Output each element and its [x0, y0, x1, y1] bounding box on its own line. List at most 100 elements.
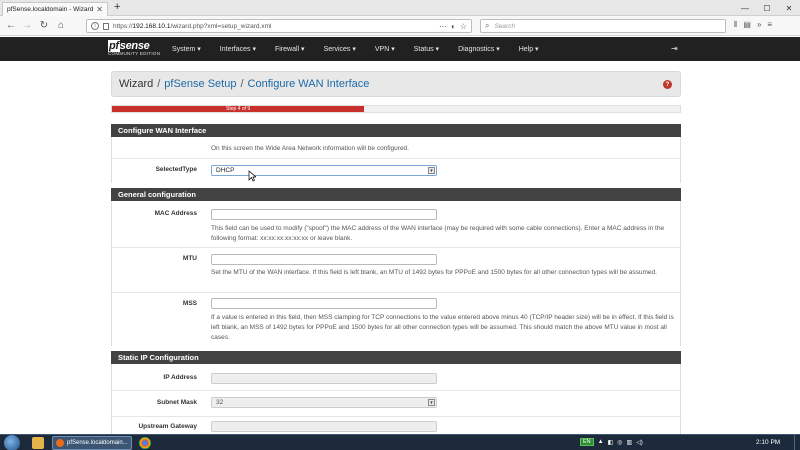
main-menu: System ▾ Interfaces ▾ Firewall ▾ Service… [172, 37, 539, 61]
tray-icon-1[interactable]: ▲ [598, 439, 604, 445]
overflow-icon[interactable]: » [757, 20, 761, 30]
intro-row: On this screen the Wide Area Network inf… [111, 137, 681, 158]
mac-help-text: This field can be used to modify ("spoof… [211, 225, 665, 242]
breadcrumb: Wizard / pfSense Setup / Configure WAN I… [111, 71, 681, 97]
back-icon[interactable]: ← [4, 20, 18, 31]
mac-label: MAC Address [154, 210, 197, 217]
mss-row: MSS If a value is entered in this field,… [111, 293, 681, 346]
window-controls: — ☐ ✕ [734, 0, 800, 16]
new-tab-icon[interactable]: + [114, 1, 120, 13]
logout-icon[interactable]: ⇥ [671, 44, 678, 53]
menu-diagnostics[interactable]: Diagnostics ▾ [458, 45, 500, 53]
search-placeholder: Search [494, 22, 516, 30]
menu-services[interactable]: Services ▾ [324, 45, 356, 53]
tray-icon-2[interactable]: ◧ [608, 439, 614, 446]
help-icon[interactable]: ? [663, 80, 672, 89]
dropdown-arrow-icon[interactable]: ▾ [428, 399, 435, 406]
mss-label: MSS [182, 300, 197, 307]
subnet-mask-select[interactable]: 32 ▾ [211, 397, 437, 408]
windows-taskbar: pfSense.localdomain... EN ▲ ◧ ◎ ▥ ◁) 2:1… [0, 434, 800, 450]
sidebar-icon[interactable]: ▤ [743, 20, 751, 30]
mouse-cursor-icon [248, 170, 256, 182]
browser-tab[interactable]: pfSense.localdomain - Wizard: pfSe ✕ [2, 2, 108, 16]
url-host: 192.168.10.1 [132, 22, 171, 30]
wizard-progress: Step 4 of 9 [111, 105, 681, 113]
mtu-input[interactable] [211, 254, 437, 265]
start-button[interactable] [4, 435, 20, 450]
progress-label: Step 4 of 9 [226, 106, 251, 112]
system-tray: EN ▲ ◧ ◎ ▥ ◁) [580, 438, 643, 446]
panel-static-ip-heading: Static IP Configuration [111, 351, 681, 364]
maximize-button[interactable]: ☐ [756, 0, 778, 16]
taskbar-task-label: pfSense.localdomain... [67, 440, 128, 446]
ip-address-input[interactable] [211, 373, 437, 384]
logo-edition: COMMUNITY EDITION [108, 51, 161, 56]
pocket-icon[interactable]: ◐ [451, 22, 456, 31]
pfsense-logo[interactable]: pfsense COMMUNITY EDITION [108, 40, 162, 60]
url-bar[interactable]: i https://192.168.10.1/wizard.php?xml=se… [86, 19, 472, 33]
dropdown-arrow-icon[interactable]: ▾ [428, 167, 435, 174]
breadcrumb-root: Wizard [119, 78, 154, 90]
breadcrumb-separator: / [240, 78, 244, 90]
menu-vpn[interactable]: VPN ▾ [375, 45, 395, 53]
menu-interfaces[interactable]: Interfaces ▾ [220, 45, 256, 53]
selectedtype-label: SelectedType [155, 166, 197, 173]
mtu-row: MTU Set the MTU of the WAN interface. If… [111, 248, 681, 292]
menu-icon[interactable]: ≡ [767, 20, 772, 30]
mac-address-input[interactable] [211, 209, 437, 220]
subnet-mask-label: Subnet Mask [156, 399, 197, 406]
mtu-label: MTU [182, 255, 197, 262]
show-desktop-button[interactable] [794, 435, 800, 450]
network-icon[interactable]: ▥ [627, 439, 633, 446]
ip-address-label: IP Address [163, 374, 197, 381]
menu-status[interactable]: Status ▾ [414, 45, 439, 53]
menu-help[interactable]: Help ▾ [519, 45, 539, 53]
browser-toolbar: ← → ↻ ⌂ i https://192.168.10.1/wizard.ph… [0, 16, 800, 36]
breadcrumb-separator: / [157, 78, 161, 90]
selectedtype-row: SelectedType DHCP ▾ [111, 159, 681, 183]
file-explorer-icon[interactable] [32, 437, 44, 449]
gateway-row: Upstream Gateway [111, 417, 681, 434]
subnet-mask-value: 32 [216, 399, 224, 406]
selectedtype-value: DHCP [216, 167, 235, 174]
mss-help-text: If a value is entered in this field, the… [211, 314, 674, 341]
tab-close-icon[interactable]: ✕ [96, 5, 103, 14]
minimize-button[interactable]: — [734, 0, 756, 16]
url-text: https://192.168.10.1/wizard.php?xml=setu… [113, 23, 439, 30]
menu-firewall[interactable]: Firewall ▾ [275, 45, 305, 53]
intro-text: On this screen the Wide Area Network inf… [211, 145, 409, 152]
tab-title: pfSense.localdomain - Wizard: pfSe [7, 6, 94, 13]
breadcrumb-current[interactable]: Configure WAN Interface [248, 78, 370, 90]
gateway-select[interactable] [211, 421, 437, 432]
mss-input[interactable] [211, 298, 437, 309]
home-icon[interactable]: ⌂ [54, 20, 68, 31]
menu-system[interactable]: System ▾ [172, 45, 201, 53]
subnet-mask-row: Subnet Mask 32 ▾ [111, 391, 681, 416]
selectedtype-select[interactable]: DHCP ▾ [211, 165, 437, 176]
volume-icon[interactable]: ◁) [636, 439, 643, 446]
panel-configure-wan-heading: Configure WAN Interface [111, 124, 681, 137]
chrome-icon[interactable] [139, 437, 151, 449]
browser-tab-bar: pfSense.localdomain - Wizard: pfSe ✕ + —… [0, 0, 800, 16]
forward-icon[interactable]: → [20, 20, 34, 31]
progress-fill: Step 4 of 9 [112, 106, 365, 112]
tray-icon-3[interactable]: ◎ [617, 439, 622, 446]
mtu-help-text: Set the MTU of the WAN interface. If thi… [211, 269, 657, 276]
firefox-icon [56, 439, 64, 447]
taskbar-firefox-task[interactable]: pfSense.localdomain... [52, 436, 132, 450]
keyboard-indicator[interactable]: EN [580, 438, 594, 446]
reload-icon[interactable]: ↻ [37, 20, 51, 31]
page-actions-icon[interactable]: ⋯ [439, 22, 447, 31]
clock[interactable]: 2:10 PM [756, 439, 780, 446]
ip-address-row: IP Address [111, 364, 681, 391]
bookmark-star-icon[interactable]: ☆ [460, 22, 467, 31]
info-icon[interactable]: i [91, 22, 99, 30]
search-bar[interactable]: ⌕ Search [480, 19, 726, 33]
panel-general-heading: General configuration [111, 188, 681, 201]
breadcrumb-setup-link[interactable]: pfSense Setup [164, 78, 236, 90]
url-prefix: https:// [113, 22, 133, 30]
close-window-button[interactable]: ✕ [778, 0, 800, 16]
gateway-label: Upstream Gateway [138, 423, 197, 430]
mac-row: MAC Address This field can be used to mo… [111, 201, 681, 248]
library-icon[interactable]: ⫴ [734, 20, 737, 30]
